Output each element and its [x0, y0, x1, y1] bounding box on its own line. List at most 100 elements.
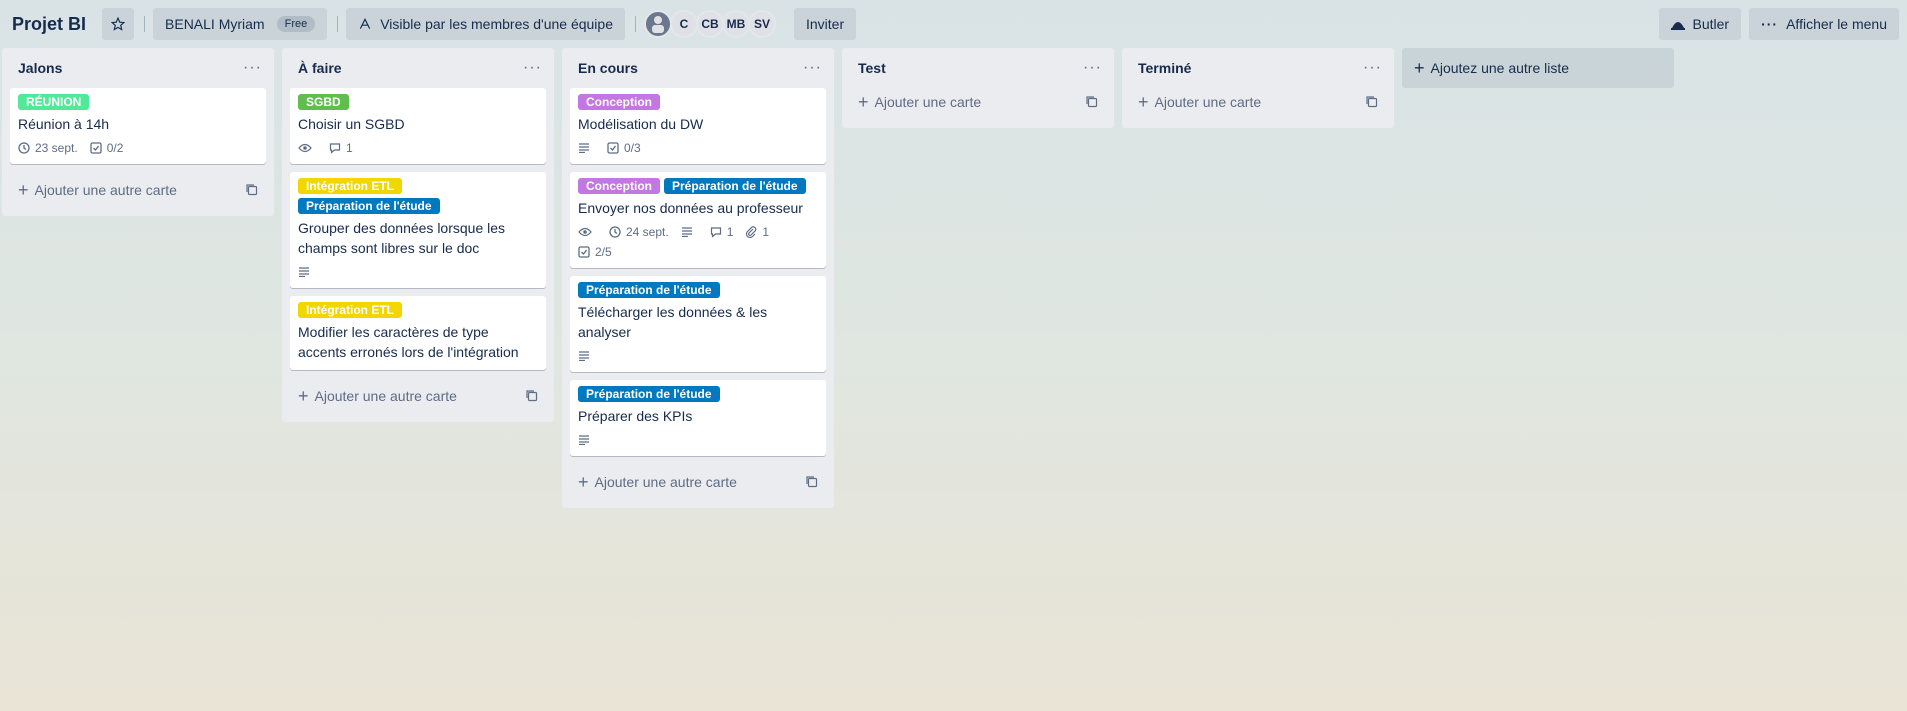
list-menu-icon[interactable]: ···	[523, 59, 542, 77]
list-title[interactable]: Terminé	[1138, 60, 1191, 76]
comment-icon	[329, 143, 341, 154]
show-menu-label: Afficher le menu	[1786, 16, 1887, 32]
avatar[interactable]: CB	[696, 10, 724, 38]
template-icon[interactable]	[1366, 96, 1378, 108]
list-menu-icon[interactable]: ···	[1363, 59, 1382, 77]
show-menu-button[interactable]: ··· Afficher le menu	[1749, 8, 1899, 40]
card[interactable]: SGBD Choisir un SGBD 1	[290, 88, 546, 164]
card-label[interactable]: Conception	[578, 178, 660, 194]
avatar[interactable]: MB	[722, 10, 750, 38]
attachments-badge: 1	[745, 222, 769, 242]
add-card-button[interactable]: + Ajouter une carte	[1130, 84, 1386, 120]
paperclip-icon	[746, 226, 757, 238]
card[interactable]: Intégration ETL Modifier les caractères …	[290, 296, 546, 370]
description-icon	[579, 143, 589, 153]
add-card-label: Ajouter une autre carte	[34, 182, 177, 198]
due-date-text: 24 sept.	[626, 225, 669, 239]
list-title[interactable]: En cours	[578, 60, 638, 76]
checklist-count: 2/5	[595, 245, 612, 259]
due-date-text: 23 sept.	[35, 141, 78, 155]
card[interactable]: Intégration ETL Préparation de l'étude G…	[290, 172, 546, 288]
list-header: En cours ···	[570, 48, 826, 88]
avatar[interactable]: C	[670, 10, 698, 38]
add-card-label: Ajouter une autre carte	[314, 388, 457, 404]
list-title[interactable]: Test	[858, 60, 886, 76]
header-divider	[635, 16, 636, 32]
butler-icon	[1670, 18, 1685, 30]
card-label[interactable]: Intégration ETL	[298, 178, 402, 194]
card-label[interactable]: Intégration ETL	[298, 302, 402, 318]
list-header: Jalons ···	[10, 48, 266, 88]
list-title[interactable]: Jalons	[18, 60, 62, 76]
comments-count: 1	[346, 141, 353, 155]
card-label[interactable]: Préparation de l'étude	[664, 178, 806, 194]
checklist-count: 0/3	[624, 141, 641, 155]
eye-icon	[578, 227, 592, 237]
list-menu-icon[interactable]: ···	[803, 59, 822, 77]
card-title: Réunion à 14h	[18, 116, 110, 132]
plus-icon: +	[298, 386, 309, 406]
more-icon: ···	[1761, 16, 1779, 32]
card-label[interactable]: Conception	[578, 94, 660, 110]
template-icon[interactable]	[806, 476, 818, 488]
card[interactable]: Conception Préparation de l'étude Envoye…	[570, 172, 826, 268]
card-title: Choisir un SGBD	[298, 116, 405, 132]
description-badge	[681, 222, 698, 242]
card-title: Modifier les caractères de type accents …	[298, 324, 519, 360]
workspace-name: BENALI Myriam	[165, 16, 265, 32]
card-label[interactable]: RÉUNION	[18, 94, 90, 110]
description-icon	[299, 267, 309, 277]
due-date-badge: 23 sept.	[18, 138, 78, 158]
card-label[interactable]: Préparation de l'étude	[578, 282, 720, 298]
watching-badge	[298, 138, 317, 158]
plus-icon: +	[1138, 92, 1149, 112]
plus-icon: +	[18, 180, 29, 200]
clock-icon	[18, 142, 30, 154]
card-title: Envoyer nos données au professeur	[578, 200, 803, 216]
butler-button[interactable]: Butler	[1658, 8, 1742, 40]
checklist-icon	[578, 246, 590, 258]
comments-count: 1	[726, 225, 734, 239]
card[interactable]: RÉUNION Réunion à 14h 23 sept. 0/2	[10, 88, 266, 164]
plus-icon: +	[1414, 57, 1425, 78]
description-badge	[298, 262, 315, 282]
template-icon[interactable]	[526, 390, 538, 402]
list-a-faire: À faire ··· SGBD Choisir un SGBD 1 Intég…	[282, 48, 554, 422]
add-card-button[interactable]: + Ajouter une autre carte	[290, 378, 546, 414]
list-en-cours: En cours ··· Conception Modélisation du …	[562, 48, 834, 508]
checklist-badge: 0/2	[90, 138, 123, 158]
avatar[interactable]	[644, 10, 672, 38]
workspace-button[interactable]: BENALI Myriam Free	[153, 8, 328, 40]
template-icon[interactable]	[1086, 96, 1098, 108]
description-badge	[578, 346, 595, 366]
card-label[interactable]: Préparation de l'étude	[578, 386, 720, 402]
star-button[interactable]	[102, 8, 135, 40]
list-menu-icon[interactable]: ···	[243, 59, 262, 77]
card-label[interactable]: SGBD	[298, 94, 349, 110]
card[interactable]: Préparation de l'étude Télécharger les d…	[570, 276, 826, 372]
description-icon	[681, 227, 692, 237]
add-card-button[interactable]: + Ajouter une autre carte	[570, 464, 826, 500]
card-title: Télécharger les données & les analyser	[578, 304, 768, 340]
card-title: Grouper des données lorsque les champs s…	[298, 220, 506, 256]
card[interactable]: Préparation de l'étude Préparer des KPIs	[570, 380, 826, 456]
star-icon	[111, 17, 126, 31]
list-menu-icon[interactable]: ···	[1083, 59, 1102, 77]
avatar[interactable]: SV	[748, 10, 776, 38]
invite-button[interactable]: Inviter	[794, 8, 857, 40]
board-title[interactable]: Projet BI	[12, 14, 86, 35]
due-date-badge: 24 sept.	[609, 222, 669, 242]
card[interactable]: Conception Modélisation du DW 0/3	[570, 88, 826, 164]
list-jalons: Jalons ··· RÉUNION Réunion à 14h 23 sept…	[2, 48, 274, 216]
list-header: Test ···	[850, 48, 1106, 88]
list-title[interactable]: À faire	[298, 60, 342, 76]
add-card-button[interactable]: + Ajouter une autre carte	[10, 172, 266, 208]
plus-icon: +	[858, 92, 869, 112]
add-list-button[interactable]: + Ajoutez une autre liste	[1402, 48, 1674, 88]
template-icon[interactable]	[246, 184, 258, 196]
comments-badge: 1	[329, 138, 353, 158]
add-card-button[interactable]: + Ajouter une carte	[850, 84, 1106, 120]
plus-icon: +	[578, 472, 589, 492]
card-label[interactable]: Préparation de l'étude	[298, 198, 440, 214]
visibility-button[interactable]: Visible par les membres d'une équipe	[346, 8, 625, 40]
